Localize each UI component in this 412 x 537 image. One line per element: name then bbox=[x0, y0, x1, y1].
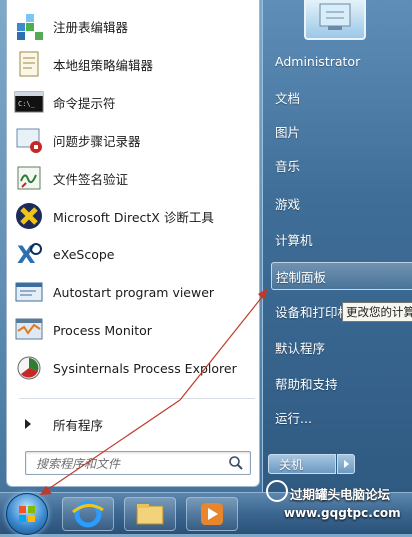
media-player-icon bbox=[187, 503, 237, 533]
user-picture[interactable] bbox=[304, 0, 366, 40]
registry-editor-icon bbox=[13, 10, 45, 42]
menu-separator bbox=[19, 398, 255, 399]
program-label: 本地组策略编辑器 bbox=[53, 57, 154, 73]
right-item-label: 计算机 bbox=[275, 232, 313, 248]
right-item-pictures[interactable]: 图片 bbox=[271, 118, 412, 144]
steps-recorder-icon bbox=[13, 124, 45, 156]
right-item-documents[interactable]: 文档 bbox=[271, 84, 412, 110]
start-menu: 注册表编辑器 本地组策略编辑器 C:\_ 命令提示符 问题步骤记录器 文件签名验… bbox=[0, 0, 412, 492]
right-item-music[interactable]: 音乐 bbox=[271, 152, 412, 178]
watermark: 过期罐头电脑论坛 www.gqgtpc.com bbox=[264, 478, 412, 524]
program-label: Microsoft DirectX 诊断工具 bbox=[53, 209, 214, 225]
right-item-label: 设备和打印机 bbox=[275, 304, 351, 320]
right-item-label: 默认程序 bbox=[275, 340, 326, 356]
right-item-label: 游戏 bbox=[275, 196, 301, 212]
watermark-title: 过期罐头电脑论坛 bbox=[290, 487, 391, 502]
search-icon[interactable] bbox=[228, 455, 244, 471]
all-programs-label: 所有程序 bbox=[53, 417, 104, 433]
program-item-autostart-viewer[interactable]: Autostart program viewer bbox=[13, 274, 253, 310]
internet-explorer-icon bbox=[63, 500, 113, 533]
right-item-games[interactable]: 游戏 bbox=[271, 190, 412, 216]
process-explorer-icon bbox=[13, 352, 45, 384]
svg-text:C:\_: C:\_ bbox=[18, 100, 36, 108]
control-panel-tooltip: 更改您的计算机 bbox=[342, 302, 412, 322]
watermark-logo-icon bbox=[266, 480, 288, 502]
right-item-label: 图片 bbox=[275, 124, 301, 140]
process-monitor-icon bbox=[13, 314, 45, 346]
right-item-run[interactable]: 运行... bbox=[271, 404, 412, 430]
right-item-label: Administrator bbox=[275, 53, 361, 69]
command-prompt-icon: C:\_ bbox=[13, 86, 45, 118]
program-item-process-monitor[interactable]: Process Monitor bbox=[13, 312, 253, 348]
watermark-url: www.gqgtpc.com bbox=[284, 506, 401, 520]
shutdown-button[interactable]: 关机 bbox=[268, 454, 336, 474]
file-signature-icon bbox=[13, 162, 45, 194]
taskbar-button-ie[interactable] bbox=[62, 497, 114, 531]
taskbar-button-media-player[interactable] bbox=[186, 497, 238, 531]
triangle-right-icon bbox=[25, 419, 31, 429]
right-item-control-panel[interactable]: 控制面板 bbox=[271, 262, 412, 290]
all-programs-button[interactable]: 所有程序 bbox=[21, 414, 251, 434]
program-item-process-explorer[interactable]: Sysinternals Process Explorer bbox=[13, 350, 253, 386]
windows-logo-icon bbox=[19, 506, 35, 522]
autostart-viewer-icon bbox=[13, 276, 45, 308]
right-item-label: 控制面板 bbox=[276, 269, 327, 285]
program-label: eXeScope bbox=[53, 246, 115, 262]
right-item-computer[interactable]: 计算机 bbox=[271, 226, 412, 252]
right-item-help-support[interactable]: 帮助和支持 bbox=[271, 370, 412, 396]
right-item-label: 文档 bbox=[275, 90, 301, 106]
right-item-label: 音乐 bbox=[275, 158, 301, 174]
right-item-label: 运行... bbox=[275, 410, 312, 426]
start-button[interactable] bbox=[6, 493, 48, 535]
program-item-registry-editor[interactable]: 注册表编辑器 bbox=[13, 8, 253, 44]
program-item-group-policy[interactable]: 本地组策略编辑器 bbox=[13, 46, 253, 82]
program-label: Sysinternals Process Explorer bbox=[53, 360, 237, 376]
exescope-icon: X bbox=[13, 238, 45, 270]
right-item-user[interactable]: Administrator bbox=[271, 48, 412, 74]
start-menu-right-pane: Administrator 文档 图片 音乐 游戏 计算机 控制面板 设备和打印… bbox=[262, 0, 412, 492]
program-item-file-signature[interactable]: 文件签名验证 bbox=[13, 160, 253, 196]
program-label: Autostart program viewer bbox=[53, 284, 215, 300]
program-label: 文件签名验证 bbox=[53, 171, 129, 187]
group-policy-icon bbox=[13, 48, 45, 80]
program-item-exescope[interactable]: X eXeScope bbox=[13, 236, 253, 272]
program-label: 问题步骤记录器 bbox=[53, 133, 141, 149]
search-input[interactable] bbox=[34, 454, 228, 474]
right-item-label: 帮助和支持 bbox=[275, 376, 338, 392]
file-explorer-icon bbox=[125, 504, 175, 533]
right-item-default-programs[interactable]: 默认程序 bbox=[271, 334, 412, 360]
start-menu-left-pane: 注册表编辑器 本地组策略编辑器 C:\_ 命令提示符 问题步骤记录器 文件签名验… bbox=[6, 0, 260, 487]
program-item-directx[interactable]: Microsoft DirectX 诊断工具 bbox=[13, 198, 253, 234]
program-label: Process Monitor bbox=[53, 322, 152, 338]
program-item-steps-recorder[interactable]: 问题步骤记录器 bbox=[13, 122, 253, 158]
program-label: 注册表编辑器 bbox=[53, 19, 129, 35]
shutdown-options-button[interactable] bbox=[337, 454, 355, 474]
directx-icon bbox=[13, 200, 45, 232]
program-item-command-prompt[interactable]: C:\_ 命令提示符 bbox=[13, 84, 253, 120]
taskbar-button-explorer[interactable] bbox=[124, 497, 176, 531]
program-label: 命令提示符 bbox=[53, 95, 116, 111]
search-box[interactable] bbox=[25, 451, 251, 475]
